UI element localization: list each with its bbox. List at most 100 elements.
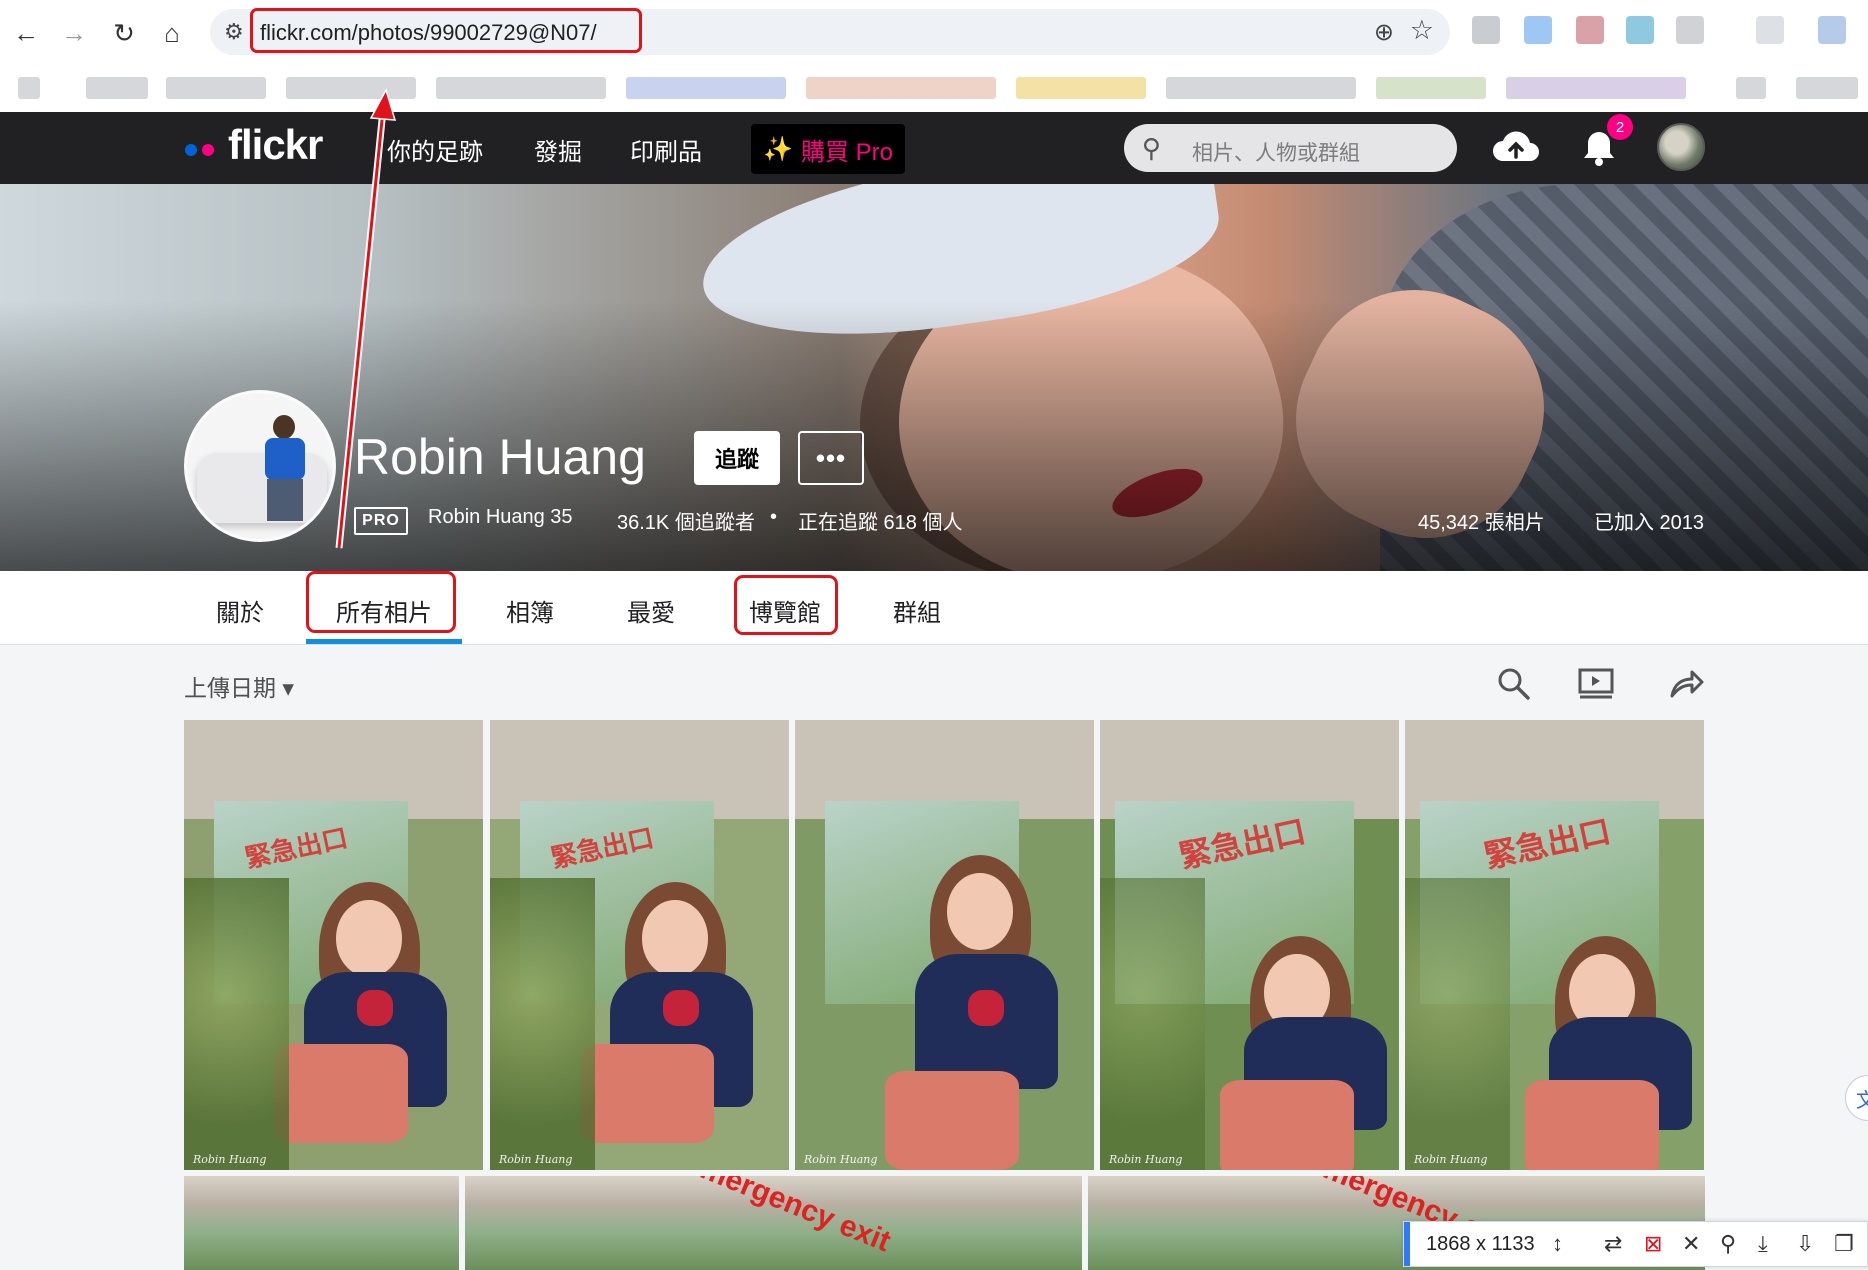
- photo-watermark: Robin Huang: [1108, 1152, 1183, 1166]
- bookmark-item[interactable]: [806, 77, 996, 99]
- translate-icon[interactable]: 文: [1845, 1075, 1868, 1121]
- tab-faves[interactable]: 最愛: [627, 593, 675, 628]
- joined-year: 已加入 2013: [1594, 512, 1705, 534]
- close-icon[interactable]: ✕: [1682, 1231, 1700, 1257]
- buy-pro-button[interactable]: ✨ 購買 Pro: [751, 124, 905, 174]
- photo-leaves: [490, 877, 595, 1170]
- capture-dimensions: 1868 x 1133: [1426, 1233, 1535, 1255]
- tune-icon[interactable]: ⚙: [224, 19, 244, 45]
- bookmark-item[interactable]: [1166, 77, 1356, 99]
- copy-icon[interactable]: ❐: [1834, 1231, 1854, 1257]
- upload-cloud-icon[interactable]: [1491, 127, 1541, 167]
- pink-dot: [202, 144, 214, 156]
- photo-seat: [273, 1044, 409, 1143]
- tab-highlight-annotation: [306, 571, 456, 633]
- zoom-icon[interactable]: ⊕: [1374, 18, 1394, 47]
- back-icon[interactable]: ←: [6, 14, 46, 52]
- photo-face: [642, 900, 709, 977]
- photo-face: [336, 900, 403, 977]
- bookmark-item[interactable]: [1796, 77, 1858, 99]
- photo-thumb[interactable]: 緊急出口 Robin Huang: [184, 720, 483, 1170]
- avatar-sofa: [197, 453, 327, 523]
- nav-explore[interactable]: 發掘: [534, 132, 582, 167]
- photo-tie: [968, 990, 1005, 1026]
- photo-leaves: [1100, 877, 1205, 1170]
- remove-region-icon[interactable]: ⊠: [1644, 1231, 1662, 1257]
- star-icon[interactable]: ☆: [1410, 15, 1434, 46]
- profile-name: Robin Huang: [354, 429, 646, 485]
- toolbar-accent: [1404, 1222, 1410, 1266]
- profile-avatar[interactable]: [184, 390, 336, 542]
- photo-thumb[interactable]: Emergency exit: [465, 1176, 1082, 1270]
- extension-icon[interactable]: [1472, 16, 1500, 44]
- nav-prints[interactable]: 印刷品: [630, 132, 702, 167]
- photo-sign-shape: Emergency exit: [676, 1176, 895, 1259]
- search-icon[interactable]: [1494, 664, 1534, 704]
- photo-tie: [663, 990, 700, 1026]
- bookmark-item[interactable]: [166, 77, 266, 99]
- slideshow-icon[interactable]: [1576, 664, 1616, 704]
- home-icon[interactable]: ⌂: [152, 14, 192, 52]
- sparkle-icon: ✨: [763, 135, 793, 163]
- nav-you[interactable]: 你的足跡: [387, 132, 483, 167]
- bookmark-item[interactable]: [1016, 77, 1146, 99]
- search-box[interactable]: ⚲ 相片、人物或群組: [1124, 124, 1457, 172]
- extension-icon[interactable]: [1576, 16, 1604, 44]
- bookmark-item[interactable]: [1506, 77, 1686, 99]
- bookmark-item[interactable]: [86, 77, 148, 99]
- extension-icon[interactable]: [1676, 16, 1704, 44]
- bookmark-item[interactable]: [1376, 77, 1486, 99]
- follow-button[interactable]: 追蹤: [694, 431, 780, 485]
- avatar-shirt: [265, 438, 305, 480]
- tab-groups[interactable]: 群組: [893, 593, 941, 628]
- flickr-logo[interactable]: flickr: [228, 121, 323, 169]
- active-tab-underline: [306, 639, 462, 644]
- bookmark-item[interactable]: [18, 77, 40, 99]
- photo-leaves: [1405, 877, 1510, 1170]
- tab-highlight-annotation: [734, 575, 838, 635]
- extension-icon[interactable]: [1818, 16, 1846, 44]
- bookmark-item[interactable]: [1736, 77, 1766, 99]
- reload-icon[interactable]: ↻: [104, 14, 144, 52]
- meta-separator: •: [770, 506, 778, 528]
- extension-icon[interactable]: [1756, 16, 1784, 44]
- forward-icon[interactable]: →: [54, 14, 94, 52]
- photo-seat: [1524, 1080, 1660, 1170]
- avatar-legs: [267, 479, 303, 521]
- photo-thumb[interactable]: 緊急出口 Robin Huang: [1100, 720, 1399, 1170]
- followers-count[interactable]: 36.1K 個追蹤者: [617, 506, 755, 535]
- resize-vertical-icon[interactable]: ↕: [1552, 1231, 1563, 1257]
- tab-about[interactable]: 關於: [216, 593, 264, 628]
- photo-watermark: Robin Huang: [192, 1152, 267, 1166]
- screenshot-toolbar: 1868 x 1133 ↕ ⇄ ⊠ ✕ ⚲ ⤓ ⇩ ❐: [1403, 1221, 1868, 1267]
- following-count[interactable]: 正在追蹤 618 個人: [798, 506, 962, 535]
- swap-icon[interactable]: ⇄: [1604, 1231, 1622, 1257]
- sort-label: 上傳日期: [184, 675, 276, 701]
- bookmark-item[interactable]: [436, 77, 606, 99]
- bookmark-item[interactable]: [286, 77, 416, 99]
- save-quick-icon[interactable]: ⇩: [1796, 1231, 1814, 1257]
- bookmarks-bar: [0, 66, 1868, 112]
- buy-pro-label: 購買 Pro: [800, 138, 893, 166]
- photo-seat: [1219, 1080, 1355, 1170]
- photo-seat: [579, 1044, 715, 1143]
- sort-dropdown[interactable]: 上傳日期 ▾: [184, 669, 294, 703]
- browser-toolbar: ← → ↻ ⌂ ⚙ flickr.com/photos/99002729@N07…: [0, 0, 1868, 66]
- extension-icon[interactable]: [1626, 16, 1654, 44]
- search-placeholder[interactable]: 相片、人物或群組: [1192, 137, 1360, 167]
- photo-thumb[interactable]: Robin Huang: [795, 720, 1094, 1170]
- extension-icon[interactable]: [1524, 16, 1552, 44]
- photo-thumb[interactable]: 緊急出口 Robin Huang: [490, 720, 789, 1170]
- notification-badge: 2: [1607, 114, 1633, 140]
- photo-seat: [884, 1071, 1020, 1170]
- user-avatar[interactable]: [1657, 123, 1705, 171]
- photo-count: 45,342 張相片: [1418, 512, 1545, 534]
- photo-thumb[interactable]: [184, 1176, 459, 1270]
- more-options-button[interactable]: •••: [798, 431, 864, 485]
- photo-thumb[interactable]: 緊急出口 Robin Huang: [1405, 720, 1704, 1170]
- tab-albums[interactable]: 相簿: [506, 593, 554, 628]
- pin-icon[interactable]: ⚲: [1720, 1231, 1736, 1257]
- download-icon[interactable]: ⤓: [1758, 1231, 1768, 1257]
- bookmark-item[interactable]: [626, 77, 786, 99]
- share-icon[interactable]: [1666, 664, 1706, 704]
